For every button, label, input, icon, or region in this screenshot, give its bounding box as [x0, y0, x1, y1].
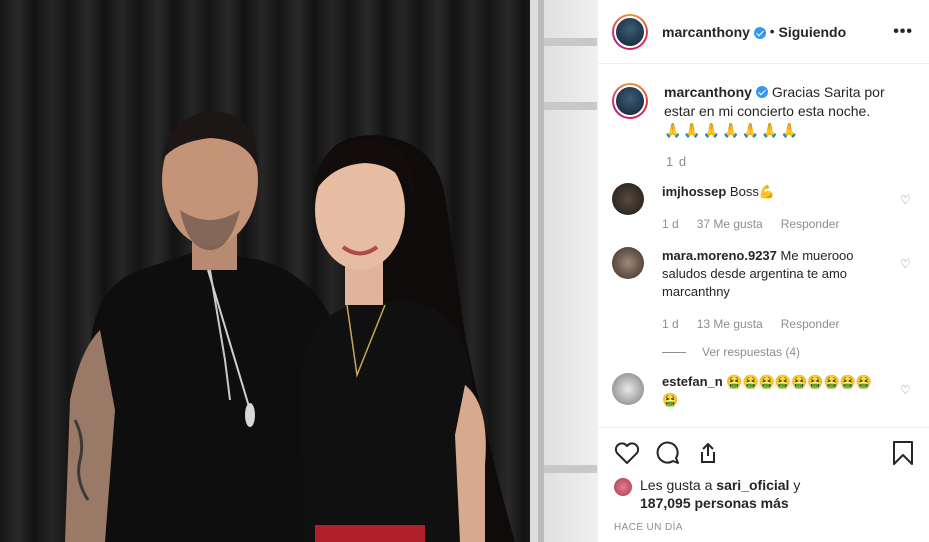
post-actions: Les gusta a sari_oficial y 187,095 perso…: [598, 427, 929, 542]
likes-count[interactable]: 187,095 personas más: [640, 495, 789, 511]
commenter-username[interactable]: estefan_n: [662, 374, 723, 389]
like-comment-icon[interactable]: ♡: [900, 383, 912, 397]
woman-figure: [300, 135, 515, 542]
comment-body: estefan_n 🤮🤮🤮🤮🤮🤮🤮🤮🤮🤮: [662, 373, 882, 409]
likes-text: Les gusta a sari_oficial y 187,095 perso…: [640, 476, 800, 512]
avatar-image: [614, 15, 646, 48]
caption-avatar[interactable]: [612, 83, 648, 119]
liker-avatar[interactable]: [614, 478, 632, 496]
commenter-username[interactable]: imjhossep: [662, 184, 726, 199]
liker-username[interactable]: sari_oficial: [716, 477, 789, 493]
comment-likes[interactable]: 37 Me gusta: [697, 215, 763, 233]
wall-shelf: [544, 102, 597, 110]
verified-icon: [753, 26, 766, 39]
comment-time[interactable]: 1 d: [662, 215, 679, 233]
wall-shelf: [544, 38, 597, 46]
commenter-username[interactable]: mara.moreno.9237: [662, 248, 777, 263]
author-avatar[interactable]: [612, 13, 648, 50]
comment-item: estefan_n 🤮🤮🤮🤮🤮🤮🤮🤮🤮🤮 ♡: [612, 373, 914, 409]
avatar-image: [614, 85, 646, 117]
comment-meta: 1 d 37 Me gusta Responder: [662, 215, 882, 233]
like-comment-icon[interactable]: ♡: [900, 257, 912, 271]
commenter-avatar[interactable]: [612, 247, 644, 279]
likes-prefix: Les gusta a: [640, 477, 713, 493]
comment-emoji: 💪: [758, 184, 776, 199]
wall-shelf: [544, 465, 597, 473]
view-replies[interactable]: Ver respuestas (4): [662, 345, 914, 359]
caption-time[interactable]: 1 d: [666, 154, 914, 169]
following-button[interactable]: Siguiendo: [778, 24, 846, 40]
comment-body: mara.moreno.9237 Me muerooo saludos desd…: [662, 247, 882, 333]
caption: marcanthony Gracias Sarita por estar en …: [612, 83, 914, 140]
separator-dot: •: [769, 24, 775, 39]
replies-line: [662, 351, 686, 353]
more-options-icon[interactable]: •••: [893, 23, 913, 41]
caption-username[interactable]: marcanthony: [664, 84, 752, 100]
wall-rail: [538, 0, 544, 542]
action-icons: [614, 440, 914, 466]
bookmark-icon[interactable]: [892, 440, 914, 466]
post-panel: marcanthony • Siguiendo ••• marcanthony …: [597, 0, 929, 542]
view-replies-label: Ver respuestas (4): [702, 345, 801, 359]
comment-icon[interactable]: [656, 441, 680, 465]
comment-body: imjhossep Boss💪 1 d 37 Me gusta Responde…: [662, 183, 882, 233]
author-username[interactable]: marcanthony: [662, 24, 750, 40]
comment-item: imjhossep Boss💪 1 d 37 Me gusta Responde…: [612, 183, 914, 233]
post-photo[interactable]: [0, 0, 597, 542]
post-timestamp[interactable]: HACE UN DÍA: [614, 522, 914, 533]
commenter-avatar[interactable]: [612, 373, 644, 405]
likes-connector: y: [793, 477, 801, 493]
comment-item: mara.moreno.9237 Me muerooo saludos desd…: [612, 247, 914, 333]
reply-button[interactable]: Responder: [781, 315, 840, 333]
like-comment-icon[interactable]: ♡: [900, 193, 912, 207]
caption-emojis: 🙏🙏🙏🙏🙏🙏🙏: [664, 122, 801, 138]
reply-button[interactable]: Responder: [781, 215, 840, 233]
comments-section: marcanthony Gracias Sarita por estar en …: [598, 65, 929, 427]
likes-summary: Les gusta a sari_oficial y 187,095 perso…: [614, 476, 914, 512]
like-heart-icon[interactable]: [614, 441, 640, 465]
comment-time[interactable]: 1 d: [662, 315, 679, 333]
verified-icon: [755, 86, 768, 98]
share-icon[interactable]: [696, 441, 720, 465]
caption-text-block: marcanthony Gracias Sarita por estar en …: [664, 83, 904, 140]
post-header: marcanthony • Siguiendo •••: [598, 0, 929, 64]
comment-text: Boss: [729, 184, 759, 199]
comment-meta: 1 d 13 Me gusta Responder: [662, 315, 882, 333]
commenter-avatar[interactable]: [612, 183, 644, 215]
comment-likes[interactable]: 13 Me gusta: [697, 315, 763, 333]
